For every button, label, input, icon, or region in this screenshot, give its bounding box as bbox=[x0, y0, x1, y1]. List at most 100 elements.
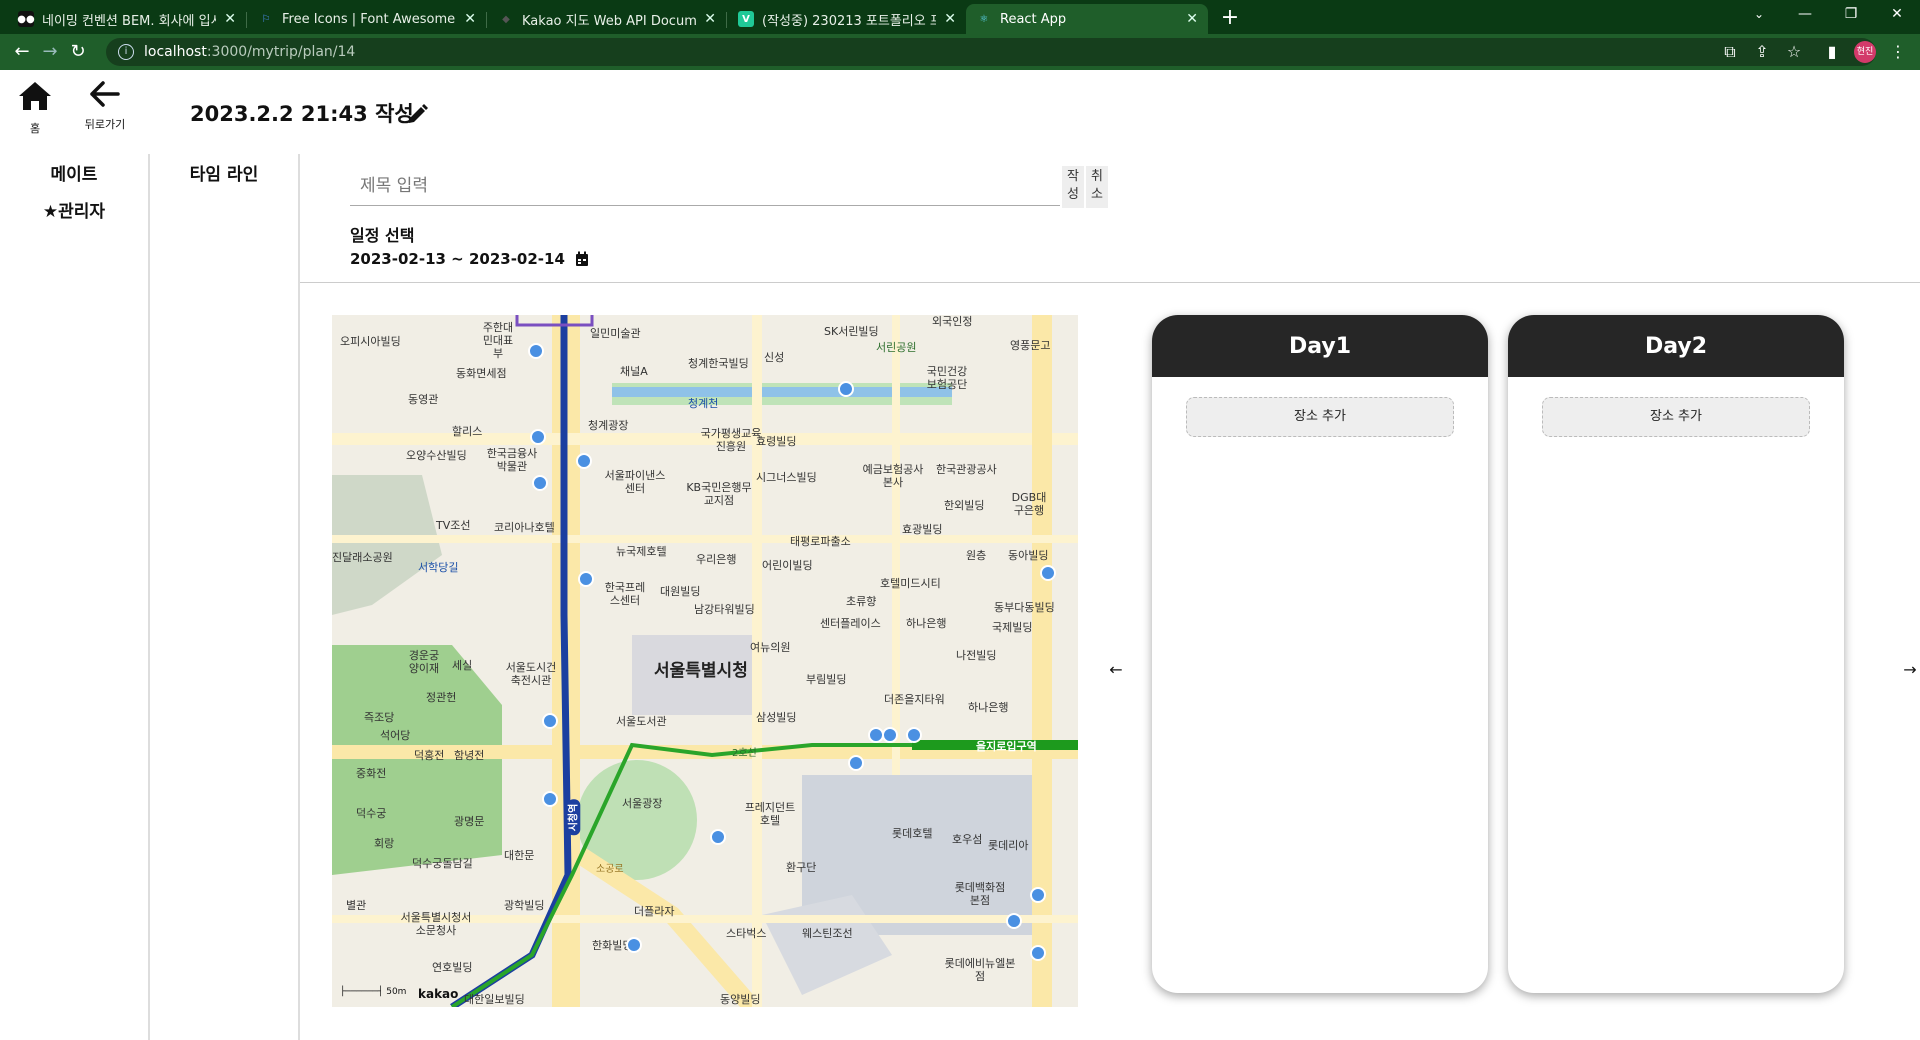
map-label: 오피시아빌딩 bbox=[340, 335, 401, 348]
next-arrow-icon[interactable]: → bbox=[1900, 660, 1920, 680]
share-icon[interactable]: ⇪ bbox=[1750, 40, 1774, 64]
back-arrow-icon[interactable]: ← bbox=[8, 38, 36, 66]
map-label: DGB대구은행 bbox=[1011, 491, 1047, 517]
map-label: 롯데호텔 bbox=[892, 827, 933, 840]
minimize-icon[interactable]: — bbox=[1782, 0, 1828, 30]
submit-button[interactable]: 작성 bbox=[1062, 166, 1084, 208]
map-label: 여뉴의원 bbox=[750, 641, 791, 654]
browser-tab[interactable]: ⚐ Free Icons | Font Awesome ✕ bbox=[248, 4, 486, 34]
mate-item[interactable]: ★관리자 bbox=[0, 197, 148, 222]
kakao-map[interactable]: 오피시아빌딩 주한대민대표부 일민미술관 청계한국빌딩 신성 SK서린빌딩 서린… bbox=[332, 315, 1078, 1007]
map-label: 서울도서관 bbox=[616, 715, 667, 728]
browser-tab[interactable]: ◆ Kakao 지도 Web API Document ✕ bbox=[488, 4, 726, 34]
bus-stop-icon[interactable] bbox=[542, 713, 558, 729]
map-label: 태평로파출소 bbox=[790, 535, 851, 548]
bookmark-star-icon[interactable]: ☆ bbox=[1782, 40, 1806, 64]
map-label: 어린이빌딩 bbox=[762, 559, 813, 572]
bus-stop-icon[interactable] bbox=[1006, 913, 1022, 929]
back-button[interactable]: 뒤로가기 bbox=[80, 80, 130, 132]
reload-icon[interactable]: ↻ bbox=[64, 38, 92, 66]
map-label: 호텔미드시티 bbox=[880, 577, 941, 590]
bus-stop-icon[interactable] bbox=[848, 755, 864, 771]
pencil-icon[interactable] bbox=[406, 102, 430, 126]
map-label: 즉조당 bbox=[364, 711, 395, 724]
map-label: 청계광장 bbox=[588, 419, 629, 432]
browser-tab[interactable]: ●● 네이밍 컨벤션 BEM. 회사에 입시 ✕ bbox=[8, 4, 246, 34]
date-range-picker[interactable]: 2023-02-13 ~ 2023-02-14 bbox=[350, 250, 589, 268]
map-label: 한국금융사박물관 bbox=[486, 447, 538, 473]
map-label: 대한문 bbox=[504, 849, 535, 862]
add-place-button[interactable]: 장소 추가 bbox=[1186, 397, 1454, 437]
map-label: 동부다동빌딩 bbox=[994, 601, 1055, 614]
bus-stop-icon[interactable] bbox=[1030, 945, 1046, 961]
map-label: 영풍문고 bbox=[1010, 339, 1051, 352]
cancel-button[interactable]: 취소 bbox=[1086, 166, 1108, 208]
prev-arrow-icon[interactable]: ← bbox=[1106, 660, 1126, 680]
bus-stop-icon[interactable] bbox=[882, 727, 898, 743]
map-label: 한외빌딩 bbox=[944, 499, 985, 512]
add-place-button[interactable]: 장소 추가 bbox=[1542, 397, 1810, 437]
map-label: 한국관광공사 bbox=[936, 463, 997, 476]
map-label: 스타벅스 bbox=[726, 927, 767, 940]
map-label: 덕수궁돌담길 bbox=[412, 857, 473, 870]
github-favicon-icon: ◆ bbox=[502, 13, 510, 25]
restore-icon[interactable]: ❐ bbox=[1828, 0, 1874, 30]
bus-stop-icon[interactable] bbox=[542, 791, 558, 807]
map-label: 롯데에비뉴엘본점 bbox=[944, 957, 1016, 983]
site-info-icon[interactable]: i bbox=[118, 44, 134, 60]
map-label: 롯데백화점본점 bbox=[954, 881, 1006, 907]
map-label: 효령빌딩 bbox=[756, 435, 797, 448]
section-divider bbox=[300, 282, 1920, 283]
close-tab-icon[interactable]: ✕ bbox=[464, 11, 476, 27]
bus-stop-icon[interactable] bbox=[1030, 887, 1046, 903]
day-title: Day2 bbox=[1508, 315, 1844, 377]
side-panel-icon[interactable]: ▮ bbox=[1820, 40, 1844, 64]
profile-avatar[interactable]: 현진 bbox=[1854, 41, 1876, 63]
forward-arrow-icon[interactable]: → bbox=[36, 38, 64, 66]
tab-title: 네이밍 컨벤션 BEM. 회사에 입시 bbox=[42, 13, 217, 29]
map-scale: ├──────┤ 50m bbox=[340, 987, 407, 997]
map-label: 동영관 bbox=[408, 393, 439, 406]
bus-stop-icon[interactable] bbox=[838, 381, 854, 397]
bus-stop-icon[interactable] bbox=[626, 937, 642, 953]
home-button[interactable]: 홈 bbox=[14, 80, 56, 136]
map-label: 국민건강보험공단 bbox=[926, 365, 968, 391]
close-window-icon[interactable]: ✕ bbox=[1874, 0, 1920, 30]
translate-icon[interactable]: ⧉ bbox=[1718, 40, 1742, 64]
map-label: 청계천 bbox=[688, 397, 719, 410]
bus-stop-icon[interactable] bbox=[530, 429, 546, 445]
close-tab-icon[interactable]: ✕ bbox=[944, 11, 956, 27]
address-bar[interactable]: i localhost:3000/mytrip/plan/14 bbox=[106, 38, 1876, 66]
map-label: 코리아나호텔 bbox=[494, 521, 555, 534]
tab-search-icon[interactable]: ⌄ bbox=[1736, 0, 1782, 30]
map-label: 정관헌 bbox=[426, 691, 457, 704]
title-input[interactable] bbox=[350, 166, 1060, 206]
bus-stop-icon[interactable] bbox=[578, 571, 594, 587]
city-hall-label: 서울특별시청 bbox=[654, 661, 748, 681]
bus-stop-icon[interactable] bbox=[528, 343, 544, 359]
browser-tab-active[interactable]: ⚛ React App ✕ bbox=[966, 4, 1208, 34]
bus-stop-icon[interactable] bbox=[1040, 565, 1056, 581]
menu-kebab-icon[interactable]: ⋮ bbox=[1886, 40, 1910, 64]
new-tab-icon[interactable]: + bbox=[1216, 5, 1244, 33]
close-tab-icon[interactable]: ✕ bbox=[1186, 11, 1198, 27]
map-label: 하나은행 bbox=[968, 701, 1009, 714]
bus-stop-icon[interactable] bbox=[710, 829, 726, 845]
url-host: localhost bbox=[144, 44, 207, 60]
bus-stop-icon[interactable] bbox=[906, 727, 922, 743]
map-label: 호우섬 bbox=[952, 833, 983, 846]
browser-tab[interactable]: V (작성중) 230213 포트폴리오 프로 ✕ bbox=[728, 4, 966, 34]
close-tab-icon[interactable]: ✕ bbox=[704, 11, 716, 27]
bus-stop-icon[interactable] bbox=[576, 453, 592, 469]
map-label: 국제빌딩 bbox=[992, 621, 1033, 634]
close-tab-icon[interactable]: ✕ bbox=[224, 11, 236, 27]
map-label: 청계한국빌딩 bbox=[688, 357, 749, 370]
calendar-icon[interactable] bbox=[575, 251, 589, 267]
tab-title: Kakao 지도 Web API Document bbox=[522, 13, 697, 29]
home-icon bbox=[19, 82, 51, 110]
subway-station-label: 을지로입구역 bbox=[976, 740, 1037, 753]
bus-stop-icon[interactable] bbox=[532, 475, 548, 491]
map-label: 덕수궁 bbox=[356, 807, 387, 820]
bem-favicon-icon: ●● bbox=[17, 11, 35, 27]
map-label: 서학당길 bbox=[418, 561, 459, 574]
